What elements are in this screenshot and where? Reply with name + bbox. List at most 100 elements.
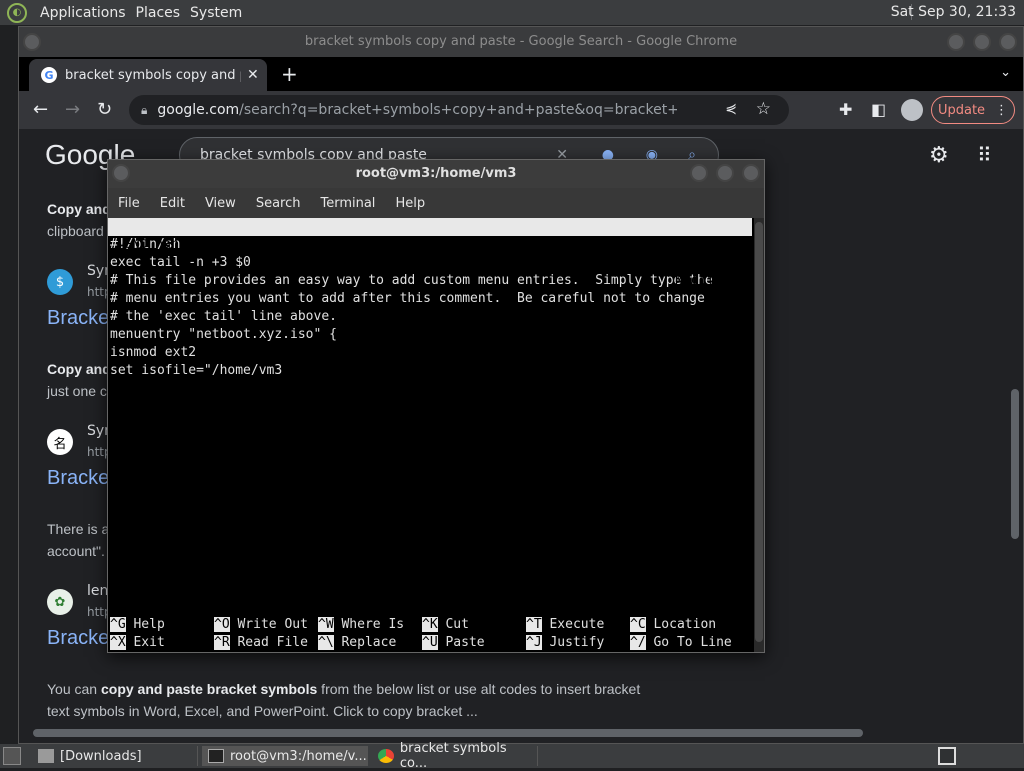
- terminal-window: root@vm3:/home/vm3 File Edit View Search…: [107, 159, 765, 653]
- side-panel-icon[interactable]: ◧: [871, 100, 886, 119]
- page-vertical-scrollbar[interactable]: [1011, 389, 1019, 539]
- editor-line[interactable]: menuentry "netboot.xyz.iso" {: [108, 326, 752, 344]
- folder-icon: [38, 749, 54, 763]
- terminal-menubar: File Edit View Search Terminal Help: [108, 188, 764, 218]
- google-favicon-icon: G: [41, 67, 57, 83]
- share-icon[interactable]: ⋞: [725, 101, 737, 117]
- bottom-taskbar: [Downloads] root@vm3:/home/v... bracket …: [0, 741, 1024, 771]
- result-2-favicon-icon: $: [47, 269, 73, 295]
- result-3-snippet: There is a: [47, 521, 110, 537]
- terminal-minimize-button[interactable]: [690, 164, 708, 182]
- url-text: google.com/search?q=bracket+symbols+copy…: [157, 102, 678, 118]
- update-button[interactable]: Update ⋮: [931, 96, 1015, 124]
- result-3-heading[interactable]: Bracke: [47, 467, 109, 490]
- shortcut-go-to-line: ^/ Go To Line: [630, 635, 732, 650]
- shortcut-justify: ^J Justify: [526, 635, 605, 650]
- result-2-snippet: Copy and: [47, 361, 111, 377]
- terminal-body[interactable]: GNU nano 7.2 /etc/grub.d/40_custom Modif…: [108, 218, 752, 652]
- terminal-title: root@vm3:/home/vm3: [355, 166, 517, 181]
- nano-shortcut-bar: ^G Help ^X Exit ^O Write Out ^R Read Fil…: [108, 616, 752, 652]
- terminal-close-button[interactable]: [742, 164, 760, 182]
- editor-line[interactable]: set isofile="/home/vm3: [108, 362, 752, 380]
- shortcut-location: ^C Location: [630, 617, 717, 632]
- result-2-heading[interactable]: Bracke: [47, 307, 109, 330]
- terminal-menu-view[interactable]: View: [195, 196, 246, 211]
- shortcut-write-out: ^O Write Out: [214, 617, 308, 632]
- shortcut-where-is: ^W Where Is: [318, 617, 405, 632]
- settings-gear-icon[interactable]: ⚙: [929, 143, 949, 168]
- horizontal-scroll-thumb[interactable]: [33, 729, 863, 737]
- result-2-snippet-line2: just one c: [47, 383, 107, 399]
- lock-icon[interactable]: 🔒︎: [141, 103, 147, 118]
- terminal-menu-search[interactable]: Search: [246, 196, 311, 211]
- result-1-snippet: Copy and: [47, 201, 111, 217]
- chrome-icon: [378, 749, 394, 763]
- taskbar-item-downloads[interactable]: [Downloads]: [32, 746, 198, 766]
- taskbar-item-terminal[interactable]: root@vm3:/home/v...: [202, 746, 368, 766]
- menu-system[interactable]: System: [185, 5, 247, 21]
- back-arrow-icon[interactable]: ←: [33, 99, 48, 120]
- chrome-window-title: bracket symbols copy and paste - Google …: [304, 34, 738, 49]
- taskbar-item-chrome[interactable]: bracket symbols co...: [372, 741, 538, 771]
- profile-avatar[interactable]: [901, 99, 923, 121]
- chrome-menu-icon[interactable]: ⋮: [995, 103, 1008, 118]
- terminal-scroll-thumb[interactable]: [755, 222, 763, 642]
- clock[interactable]: Sat Sep 30, 21:33: [891, 4, 1016, 20]
- shortcut-paste: ^U Paste: [422, 635, 485, 650]
- tab-search-chevron-icon[interactable]: ⌄: [1000, 65, 1011, 80]
- menu-places[interactable]: Places: [131, 5, 186, 21]
- reload-icon[interactable]: ↻: [97, 99, 112, 120]
- google-apps-icon[interactable]: ⠿: [977, 143, 992, 167]
- top-panel: ◐ Applications Places System Sat Sep 30,…: [0, 0, 1024, 25]
- editor-line[interactable]: # This file provides an easy way to add …: [108, 272, 752, 290]
- forward-arrow-icon[interactable]: →: [65, 99, 80, 120]
- tab-title: bracket symbols copy and paste: [65, 67, 241, 83]
- result-3-snippet-line2: account".: [47, 543, 105, 559]
- terminal-menu-file[interactable]: File: [108, 196, 150, 211]
- result-4-snippet-line2: text symbols in Word, Excel, and PowerPo…: [47, 703, 478, 719]
- address-bar[interactable]: 🔒︎ google.com/search?q=bracket+symbols+c…: [129, 95, 789, 125]
- result-3-favicon-icon: 名: [47, 429, 73, 455]
- terminal-titlebar: root@vm3:/home/vm3: [108, 160, 764, 188]
- nano-version: GNU nano 7.2: [124, 237, 218, 252]
- show-desktop-button[interactable]: [3, 747, 21, 765]
- shortcut-replace: ^\ Replace: [318, 635, 397, 650]
- new-tab-button[interactable]: +: [281, 62, 298, 86]
- shortcut-exit: ^X Exit: [110, 635, 165, 650]
- extensions-puzzle-icon[interactable]: ✚: [839, 100, 852, 119]
- tab-google-search[interactable]: G bracket symbols copy and paste ✕: [29, 59, 267, 91]
- terminal-menu-help[interactable]: Help: [385, 196, 435, 211]
- minimize-button[interactable]: [947, 33, 965, 51]
- nano-status: Modified: [675, 273, 738, 288]
- nano-header-bar: GNU nano 7.2 /etc/grub.d/40_custom Modif…: [108, 218, 752, 288]
- terminal-scrollbar[interactable]: [754, 218, 764, 652]
- editor-line[interactable]: # the 'exec tail' line above.: [108, 308, 752, 326]
- shortcut-help: ^G Help: [110, 617, 165, 632]
- shortcut-cut: ^K Cut: [422, 617, 469, 632]
- tab-close-icon[interactable]: ✕: [247, 67, 259, 83]
- shortcut-read-file: ^R Read File: [214, 635, 308, 650]
- result-4-snippet: You can copy and paste bracket symbols f…: [47, 681, 641, 697]
- tab-strip: G bracket symbols copy and paste ✕ + ⌄: [19, 57, 1023, 91]
- editor-line[interactable]: # menu entries you want to add after thi…: [108, 290, 752, 308]
- result-4-favicon-icon: ✿: [47, 589, 73, 615]
- terminal-maximize-button[interactable]: [716, 164, 734, 182]
- window-menu-button[interactable]: [23, 33, 41, 51]
- terminal-window-menu-button[interactable]: [112, 164, 130, 182]
- menu-applications[interactable]: Applications: [35, 5, 131, 21]
- editor-line[interactable]: isnmod ext2: [108, 344, 752, 362]
- page-horizontal-scrollbar[interactable]: [19, 725, 1023, 741]
- chrome-toolbar: ← → ↻ 🔒︎ google.com/search?q=bracket+sym…: [19, 91, 1023, 129]
- maximize-button[interactable]: [973, 33, 991, 51]
- workspace-switcher[interactable]: [938, 747, 956, 765]
- close-window-button[interactable]: [999, 33, 1017, 51]
- terminal-menu-edit[interactable]: Edit: [150, 196, 195, 211]
- bookmark-star-icon[interactable]: ☆: [756, 99, 771, 119]
- terminal-menu-terminal[interactable]: Terminal: [310, 196, 385, 211]
- distro-logo-icon[interactable]: ◐: [7, 2, 27, 23]
- shortcut-execute: ^T Execute: [526, 617, 605, 632]
- result-4-heading[interactable]: Bracke: [47, 627, 109, 650]
- result-4-site[interactable]: len: [87, 583, 108, 599]
- chrome-titlebar: bracket symbols copy and paste - Google …: [19, 27, 1023, 57]
- terminal-icon: [208, 749, 224, 763]
